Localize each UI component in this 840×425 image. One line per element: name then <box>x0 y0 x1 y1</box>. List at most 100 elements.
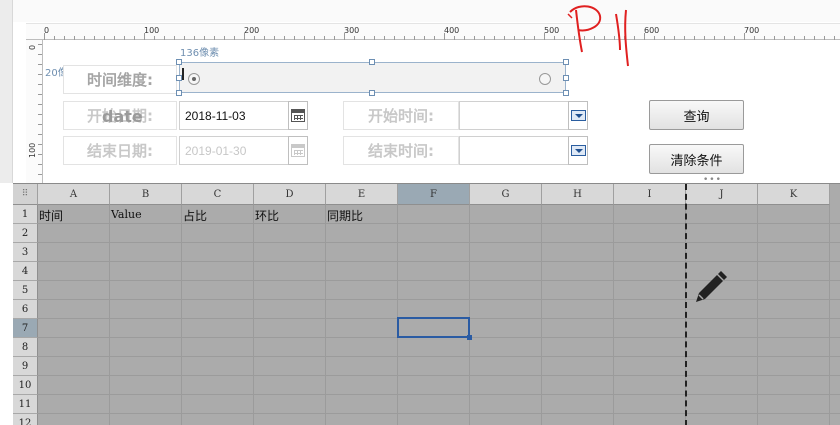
column-header-k[interactable]: K <box>758 184 830 205</box>
time-dimension-label: 时间维度: <box>63 65 177 94</box>
grid-line <box>397 205 398 425</box>
end-date-label: 结束日期: <box>63 136 177 165</box>
row-header-8[interactable]: 8 <box>13 338 38 357</box>
clear-conditions-button[interactable]: 清除条件 <box>649 144 744 174</box>
ruler-tick <box>84 36 85 40</box>
column-header-a[interactable]: A <box>38 184 110 205</box>
fill-handle[interactable] <box>467 335 472 340</box>
grid-line <box>181 205 182 425</box>
grid-line <box>38 242 840 243</box>
row-header-10[interactable]: 10 <box>13 376 38 395</box>
resize-handle[interactable] <box>369 59 375 65</box>
radio-option-1[interactable] <box>188 73 200 85</box>
ruler-tick <box>414 36 415 40</box>
start-date-picker-button[interactable] <box>288 101 308 130</box>
resize-handle[interactable] <box>176 59 182 65</box>
column-header-f[interactable]: F <box>398 184 470 205</box>
query-button[interactable]: 查询 <box>649 100 744 130</box>
row-header-11[interactable]: 11 <box>13 395 38 414</box>
start-date-input[interactable]: 2018-11-03 <box>179 101 289 130</box>
ruler-tick <box>184 36 185 40</box>
ruler-tick <box>254 36 255 40</box>
ruler-tick <box>444 33 445 40</box>
start-time-input[interactable] <box>459 101 569 130</box>
column-header-h[interactable]: H <box>542 184 614 205</box>
resize-handle[interactable] <box>176 90 182 96</box>
top-toolbar-strip <box>13 0 840 22</box>
ruler-tick <box>38 144 42 145</box>
ruler-tick <box>674 36 675 40</box>
start-date-overlay-text: date <box>102 107 143 126</box>
ruler-tick <box>324 36 325 40</box>
row-header-2[interactable]: 2 <box>13 224 38 243</box>
cell-e1[interactable]: 同期比 <box>327 207 363 224</box>
ruler-tick <box>164 36 165 40</box>
column-header-i[interactable]: I <box>614 184 686 205</box>
cell-c1[interactable]: 占比 <box>183 207 207 224</box>
row-header-1[interactable]: 1 <box>13 205 38 224</box>
ruler-tick <box>724 36 725 40</box>
ruler-tick <box>424 36 425 40</box>
ruler-tick <box>114 36 115 40</box>
row-header-9[interactable]: 9 <box>13 357 38 376</box>
row-header-5[interactable]: 5 <box>13 281 38 300</box>
end-time-input[interactable] <box>459 136 569 165</box>
ruler-mark: 700 <box>744 26 760 35</box>
ruler-tick <box>694 36 695 40</box>
row-header-3[interactable]: 3 <box>13 243 38 262</box>
row-header-4[interactable]: 4 <box>13 262 38 281</box>
grid-line <box>38 261 840 262</box>
ruler-tick <box>364 36 365 40</box>
ruler-tick <box>454 36 455 40</box>
select-all-corner[interactable]: ⠿ <box>13 184 38 205</box>
resize-handle[interactable] <box>563 90 569 96</box>
ruler-tick <box>38 74 42 75</box>
resize-handle[interactable] <box>369 90 375 96</box>
cell-a1[interactable]: 时间 <box>39 207 63 224</box>
ruler-tick <box>314 36 315 40</box>
ruler-tick <box>38 174 42 175</box>
ruler-tick <box>394 36 395 40</box>
calendar-icon <box>291 109 305 122</box>
row-header-6[interactable]: 6 <box>13 300 38 319</box>
ruler-tick <box>714 36 715 40</box>
ruler-tick <box>38 114 42 115</box>
column-header-d[interactable]: D <box>254 184 326 205</box>
column-header-g[interactable]: G <box>470 184 542 205</box>
ruler-mark: 500 <box>544 26 560 35</box>
end-date-input[interactable]: 2019-01-30 <box>179 136 289 165</box>
resize-handle[interactable] <box>563 75 569 81</box>
cell-d1[interactable]: 环比 <box>255 207 279 224</box>
active-cell[interactable] <box>397 317 470 338</box>
end-time-label: 结束时间: <box>343 136 459 165</box>
row-header-12[interactable]: 12 <box>13 414 38 425</box>
column-header-c[interactable]: C <box>182 184 254 205</box>
start-time-dropdown-button[interactable] <box>568 101 588 130</box>
column-header-j[interactable]: J <box>686 184 758 205</box>
calendar-icon <box>291 144 305 157</box>
ruler-tick <box>204 36 205 40</box>
ruler-tick <box>434 36 435 40</box>
ruler-tick <box>214 36 215 40</box>
ruler-tick <box>38 84 42 85</box>
ruler-tick <box>38 94 42 95</box>
column-header-b[interactable]: B <box>110 184 182 205</box>
ruler-tick <box>244 33 245 40</box>
ruler-tick <box>514 36 515 40</box>
ruler-tick <box>764 36 765 40</box>
grid-line <box>38 413 840 414</box>
ruler-tick <box>44 33 45 40</box>
end-date-picker-button[interactable] <box>288 136 308 165</box>
time-dimension-radio-group[interactable] <box>179 62 566 93</box>
radio-option-2[interactable] <box>539 73 551 85</box>
ruler-tick <box>734 36 735 40</box>
ruler-tick <box>464 36 465 40</box>
row-header-7[interactable]: 7 <box>13 319 38 338</box>
end-time-dropdown-button[interactable] <box>568 136 588 165</box>
ruler-tick <box>524 36 525 40</box>
horizontal-ruler: 0 100 200 300 400 500 600 700 800 <box>26 23 840 40</box>
cell-b1[interactable]: Value <box>111 208 142 221</box>
ruler-tick <box>704 36 705 40</box>
ruler-tick <box>744 33 745 40</box>
column-header-e[interactable]: E <box>326 184 398 205</box>
